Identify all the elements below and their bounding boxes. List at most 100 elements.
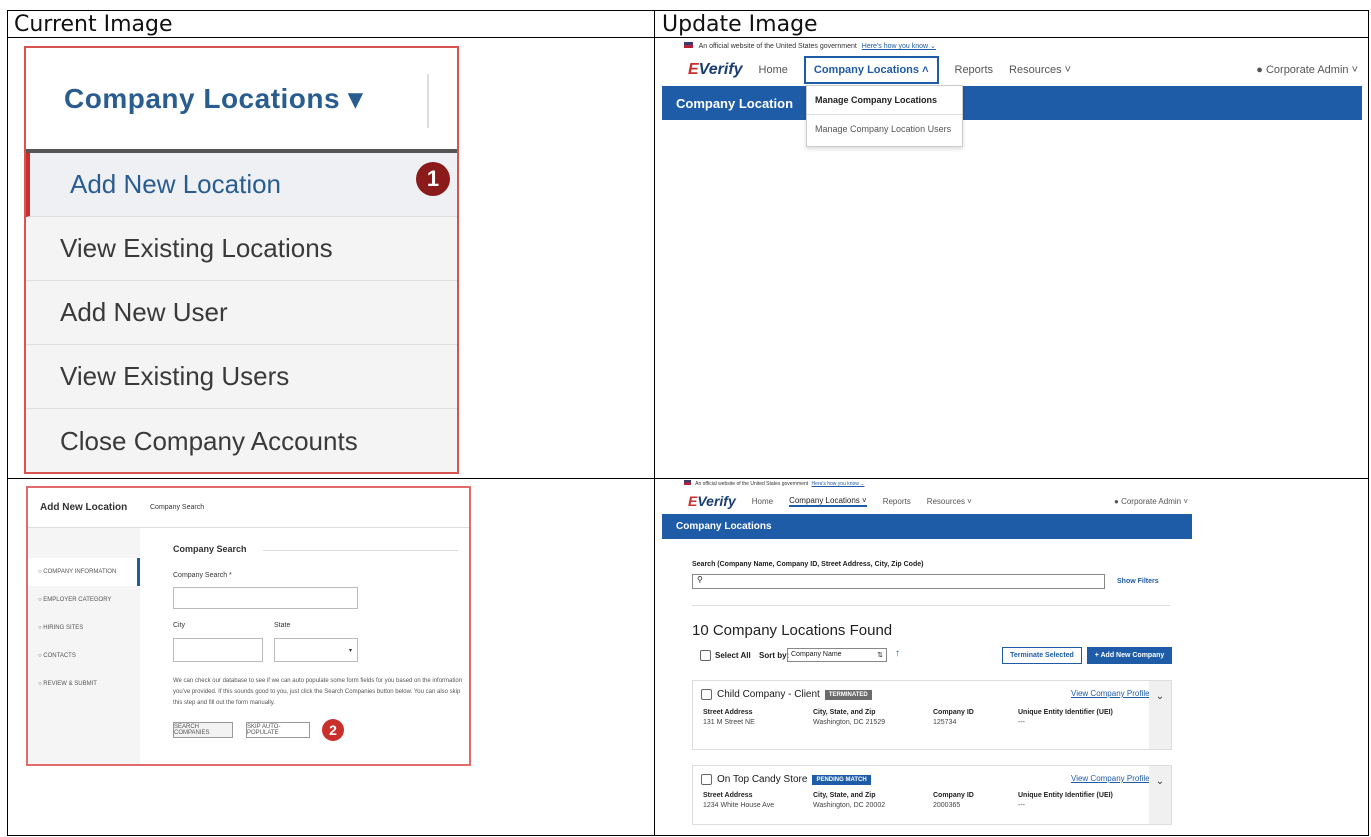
company-search-label: Company Search * bbox=[173, 572, 232, 579]
chevron-down-icon[interactable]: ⌄ bbox=[1149, 681, 1171, 749]
step-company-information[interactable]: ○ COMPANY INFORMATION bbox=[28, 558, 140, 586]
results-count: 10 Company Locations Found bbox=[692, 622, 893, 639]
status-badge: PENDING MATCH bbox=[812, 774, 871, 785]
dropdown-manage-locations[interactable]: Manage Company Locations bbox=[807, 86, 962, 115]
company-locations-dropdown: Manage Company Locations Manage Company … bbox=[806, 85, 963, 147]
user-icon: ● bbox=[1256, 64, 1263, 76]
col-city: City, State, and Zip bbox=[813, 709, 876, 716]
everify-logo[interactable]: EVerify bbox=[688, 61, 743, 79]
update-screen-2: An official website of the United States… bbox=[662, 480, 1192, 832]
company-search-input[interactable] bbox=[173, 587, 358, 609]
nav-resources[interactable]: Resources ˅ bbox=[1009, 64, 1071, 76]
company-card-1[interactable]: Child Company - Client TERMINATED View Co… bbox=[692, 680, 1172, 750]
nav-reports[interactable]: Reports bbox=[955, 64, 994, 76]
top-nav-2: EVerify Home Company Locations ˅ Reports… bbox=[688, 490, 1188, 512]
nav-company-locations[interactable]: Company Locations ˄ bbox=[803, 56, 939, 84]
step-hiring-sites[interactable]: ○ HIRING SITES bbox=[28, 614, 140, 642]
skip-auto-populate-button[interactable]: SKIP AUTO-POPULATE bbox=[246, 722, 310, 738]
state-label: State bbox=[274, 622, 291, 629]
nav-home[interactable]: Home bbox=[752, 497, 773, 506]
view-profile-link[interactable]: View Company Profile bbox=[1071, 774, 1150, 783]
how-you-know-link[interactable]: Here's how you know ⌄ bbox=[862, 43, 936, 50]
menu-item-view-users[interactable]: View Existing Users bbox=[26, 345, 457, 409]
city-label: City bbox=[173, 622, 186, 629]
header-update: Update Image bbox=[662, 12, 818, 37]
view-profile-link[interactable]: View Company Profile bbox=[1071, 689, 1150, 698]
section-title: Company Search bbox=[173, 544, 247, 554]
everify-logo[interactable]: EVerify bbox=[688, 493, 736, 509]
add-new-location-form-old: Add New Location Company Search ○ COMPAN… bbox=[26, 486, 471, 766]
search-input[interactable]: ⚲ bbox=[692, 574, 1105, 589]
menu-item-close-accounts[interactable]: Close Company Accounts bbox=[26, 409, 457, 473]
col-street: Street Address bbox=[703, 709, 753, 716]
search-companies-button[interactable]: SEARCH COMPANIES bbox=[173, 722, 233, 738]
col-street: Street Address bbox=[703, 792, 753, 799]
top-nav: EVerify Home Company Locations ˄ Reports… bbox=[688, 56, 1358, 84]
nav-resources[interactable]: Resources ˅ bbox=[927, 497, 972, 506]
nav-user[interactable]: ● Corporate Admin ˅ bbox=[1114, 497, 1188, 506]
step-badge-1: 1 bbox=[416, 162, 450, 196]
step-contacts[interactable]: ○ CONTACTS bbox=[28, 642, 140, 670]
update-screen-1: An official website of the United States… bbox=[662, 42, 1362, 162]
search-label: Search (Company Name, Company ID, Street… bbox=[692, 561, 924, 568]
step-badge-2: 2 bbox=[322, 719, 344, 741]
page-title-bar: Company Location bbox=[662, 86, 1362, 120]
col-uei: Unique Entity Identifier (UEI) bbox=[1018, 709, 1113, 716]
add-new-company-button[interactable]: + Add New Company bbox=[1087, 647, 1172, 664]
flag-icon bbox=[684, 480, 691, 485]
form-top-title: Company Search bbox=[150, 504, 205, 511]
table-row-divider bbox=[7, 478, 1369, 479]
flag-icon bbox=[684, 42, 693, 48]
status-badge: TERMINATED bbox=[824, 689, 872, 700]
user-icon: ● bbox=[1113, 496, 1119, 506]
dropdown-manage-users[interactable]: Manage Company Location Users bbox=[807, 115, 962, 143]
gov-banner: An official website of the United States… bbox=[684, 42, 936, 50]
menu-item-add-user[interactable]: Add New User bbox=[26, 281, 457, 345]
sort-direction-arrow-icon[interactable]: ↑ bbox=[895, 648, 900, 659]
step-employer-category[interactable]: ○ EMPLOYER CATEGORY bbox=[28, 586, 140, 614]
gov-banner-2: An official website of the United States… bbox=[684, 480, 865, 487]
how-you-know-link[interactable]: Here's how you know ⌄ bbox=[812, 481, 865, 487]
city-value: Washington, DC 21529 bbox=[813, 719, 886, 726]
nav-user[interactable]: ● Corporate Admin ˅ bbox=[1256, 64, 1358, 76]
col-id: Company ID bbox=[933, 709, 974, 716]
step-sidebar: ○ COMPANY INFORMATION ○ EMPLOYER CATEGOR… bbox=[28, 528, 140, 764]
sort-select[interactable]: Company Name ⇅ bbox=[787, 648, 887, 662]
menu-title[interactable]: Company Locations ▾ bbox=[26, 48, 457, 153]
company-locations-menu-old: Company Locations ▾ Add New Location Vie… bbox=[24, 46, 459, 474]
show-filters-link[interactable]: Show Filters bbox=[1117, 578, 1159, 585]
divider bbox=[692, 605, 1170, 606]
nav-reports[interactable]: Reports bbox=[883, 497, 911, 506]
table-header-divider bbox=[7, 37, 1369, 38]
row-checkbox[interactable] bbox=[701, 689, 712, 700]
city-input[interactable] bbox=[173, 638, 263, 662]
nav-home[interactable]: Home bbox=[759, 64, 788, 76]
table-vertical-divider bbox=[654, 10, 655, 836]
header-current: Current Image bbox=[14, 12, 173, 37]
company-name: On Top Candy Store bbox=[717, 774, 808, 785]
uei-value: --- bbox=[1018, 719, 1025, 726]
form-left-title: Add New Location bbox=[40, 502, 128, 513]
terminate-selected-button[interactable]: Terminate Selected bbox=[1002, 647, 1082, 664]
company-name: Child Company - Client bbox=[717, 689, 820, 700]
uei-value: --- bbox=[1018, 802, 1025, 809]
search-icon: ⚲ bbox=[697, 575, 703, 584]
select-all-checkbox[interactable]: Select All bbox=[700, 650, 751, 661]
state-select[interactable]: ▾ bbox=[274, 638, 358, 662]
menu-item-view-locations[interactable]: View Existing Locations bbox=[26, 217, 457, 281]
street-value: 131 M Street NE bbox=[703, 719, 755, 726]
id-value: 2000365 bbox=[933, 802, 961, 809]
row-checkbox[interactable] bbox=[701, 774, 712, 785]
menu-item-add-location[interactable]: Add New Location bbox=[26, 153, 457, 217]
section-rule bbox=[263, 550, 458, 551]
form-topbar: Add New Location Company Search bbox=[28, 488, 469, 528]
col-city: City, State, and Zip bbox=[813, 792, 876, 799]
page-title-bar-2: Company Locations bbox=[662, 514, 1192, 539]
chevron-down-icon[interactable]: ⌄ bbox=[1149, 766, 1171, 824]
col-id: Company ID bbox=[933, 792, 974, 799]
street-value: 1234 White House Ave bbox=[703, 802, 775, 809]
nav-company-locations[interactable]: Company Locations ˅ bbox=[789, 496, 867, 507]
step-review-submit[interactable]: ○ REVIEW & SUBMIT bbox=[28, 670, 140, 698]
company-card-2[interactable]: On Top Candy Store PENDING MATCH View Com… bbox=[692, 765, 1172, 825]
col-uei: Unique Entity Identifier (UEI) bbox=[1018, 792, 1113, 799]
